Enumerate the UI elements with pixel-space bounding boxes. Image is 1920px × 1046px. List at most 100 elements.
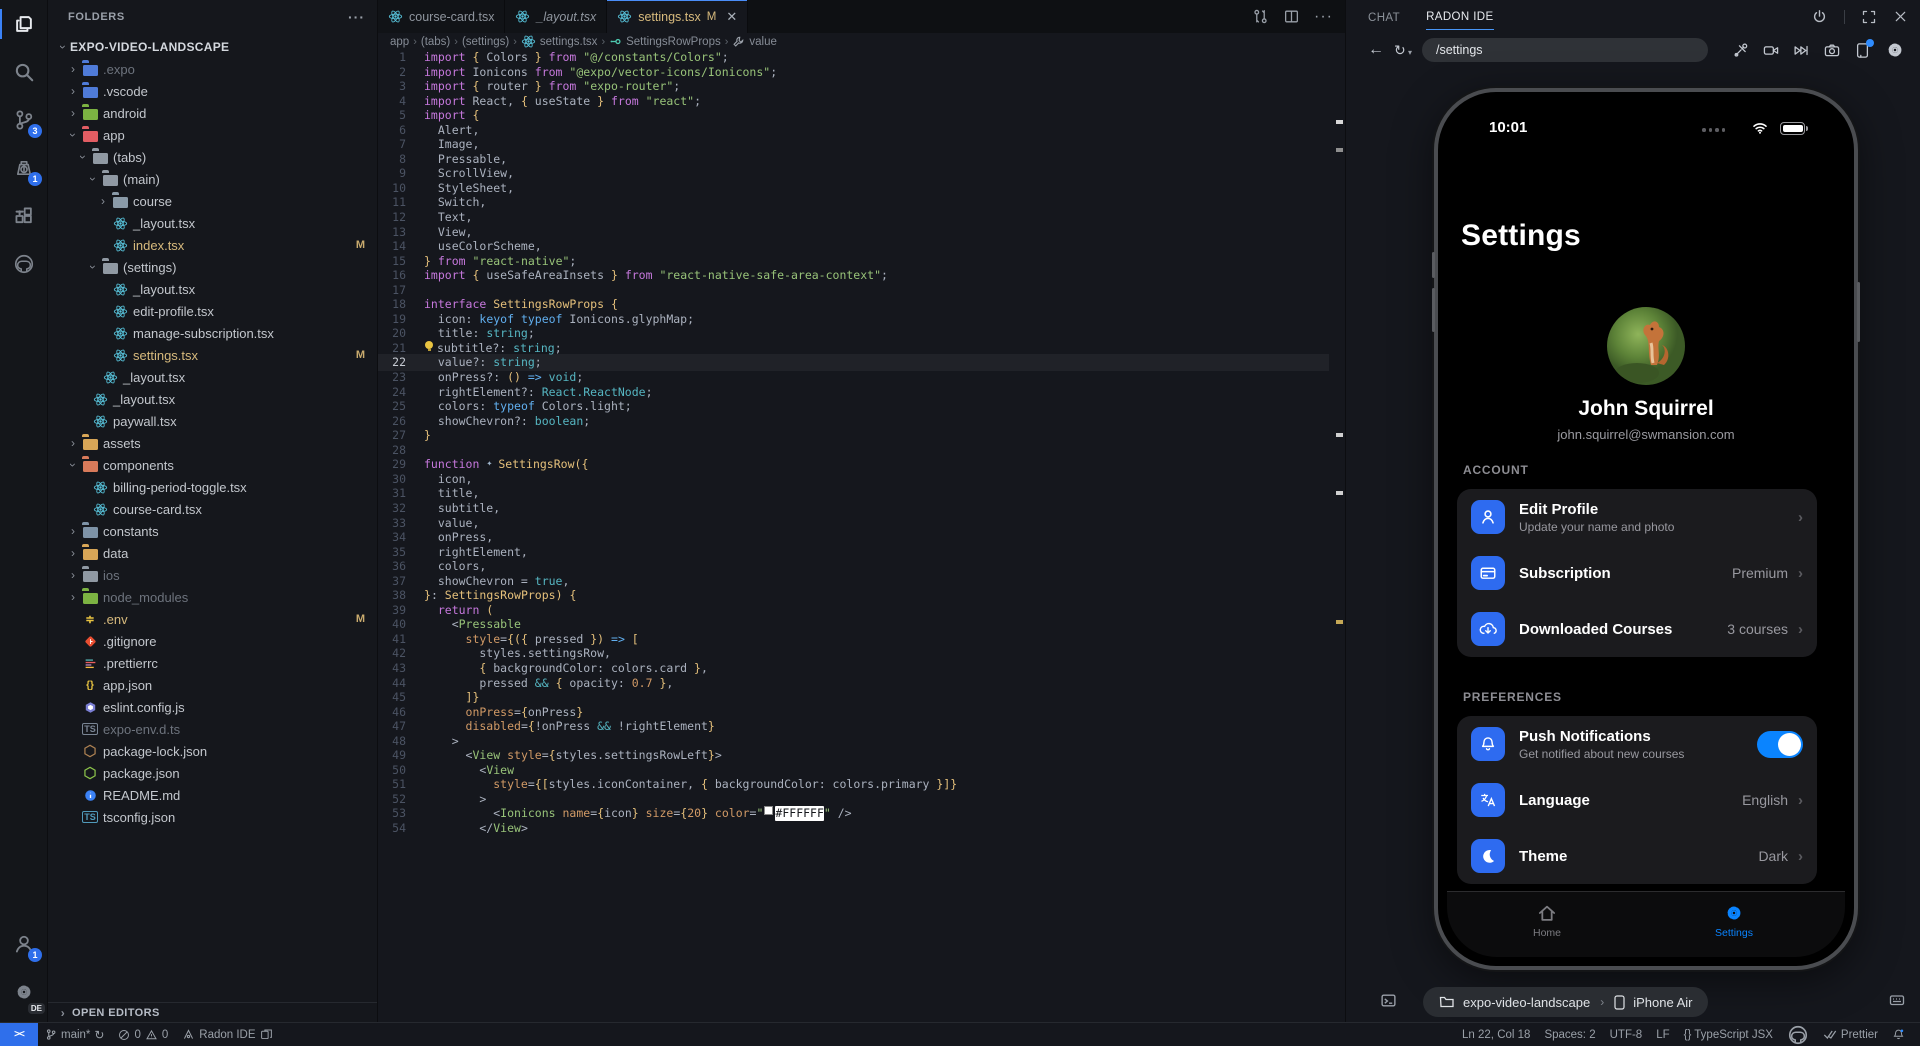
close-panel-icon[interactable] — [1893, 9, 1908, 24]
gear-icon[interactable] — [1884, 39, 1906, 61]
code-line-30[interactable]: 30 icon, — [378, 472, 1329, 487]
code-line-34[interactable]: 34 onPress, — [378, 530, 1329, 545]
tree-item-billing-period-toggle-tsx[interactable]: billing-period-toggle.tsx — [48, 476, 377, 498]
settings-row-edit-profile[interactable]: Edit ProfileUpdate your name and photo› — [1457, 489, 1817, 545]
reload-icon[interactable]: ↻ ▾ — [1394, 42, 1412, 59]
code-line-39[interactable]: 39 return ( — [378, 603, 1329, 618]
settings-row-subscription[interactable]: SubscriptionPremium› — [1457, 545, 1817, 601]
editor-tab-settings-tsx[interactable]: settings.tsxM✕ — [607, 0, 748, 33]
tree-item-android[interactable]: ›android — [48, 102, 377, 124]
inspect-icon[interactable] — [1854, 42, 1871, 59]
status-github-icon[interactable] — [1780, 1023, 1816, 1046]
activitybar-account[interactable]: 1 — [0, 920, 48, 968]
code-line-33[interactable]: 33 value, — [378, 516, 1329, 531]
code-line-16[interactable]: 16import { useSafeAreaInsets } from "rea… — [378, 268, 1329, 283]
settings-row-push-notifications[interactable]: Push NotificationsGet notified about new… — [1457, 716, 1817, 772]
tab-radon-ide[interactable]: RADON IDE — [1426, 3, 1494, 30]
tree-item--expo[interactable]: ›.expo — [48, 58, 377, 80]
code-line-21[interactable]: 21subtitle?: string; — [378, 341, 1329, 356]
code-line-1[interactable]: 1import { Colors } from "@/constants/Col… — [378, 50, 1329, 65]
avatar[interactable] — [1607, 307, 1685, 385]
code-line-46[interactable]: 46 onPress={onPress} — [378, 705, 1329, 720]
breadcrumb-settings-tsx[interactable]: settings.tsx — [521, 34, 598, 49]
code-line-25[interactable]: 25 colors: typeof Colors.light; — [378, 399, 1329, 414]
code-line-2[interactable]: 2import Ionicons from "@expo/vector-icon… — [378, 65, 1329, 80]
tree-item-course[interactable]: ›course — [48, 190, 377, 212]
code-line-10[interactable]: 10 StyleSheet, — [378, 181, 1329, 196]
tree-item-package-lock-json[interactable]: package-lock.json — [48, 740, 377, 762]
tree-item--layout-tsx[interactable]: _layout.tsx — [48, 366, 377, 388]
code-line-17[interactable]: 17 — [378, 283, 1329, 298]
tree-item-edit-profile-tsx[interactable]: edit-profile.tsx — [48, 300, 377, 322]
code-line-5[interactable]: 5import { — [378, 108, 1329, 123]
tree-item--gitignore[interactable]: .gitignore — [48, 630, 377, 652]
status-indentation[interactable]: Spaces: 2 — [1537, 1023, 1602, 1046]
tree-item-expo-video-landscape[interactable]: ›EXPO-VIDEO-LANDSCAPE — [48, 36, 377, 58]
code-line-6[interactable]: 6 Alert, — [378, 123, 1329, 138]
code-line-32[interactable]: 32 subtitle, — [378, 501, 1329, 516]
video-icon[interactable] — [1762, 42, 1780, 59]
status-formatter[interactable]: Prettier — [1816, 1023, 1885, 1046]
tree-item-course-card-tsx[interactable]: course-card.tsx — [48, 498, 377, 520]
code-line-51[interactable]: 51 style={[styles.iconContainer, { backg… — [378, 777, 1329, 792]
route-url-bar[interactable]: /settings — [1422, 38, 1708, 62]
code-line-52[interactable]: 52 > — [378, 792, 1329, 807]
tree-item-manage-subscription-tsx[interactable]: manage-subscription.tsx — [48, 322, 377, 344]
fullscreen-icon[interactable] — [1861, 9, 1877, 25]
code-line-14[interactable]: 14 useColorScheme, — [378, 239, 1329, 254]
open-changes-icon[interactable] — [1252, 8, 1269, 25]
notifications-bell-icon[interactable] — [1885, 1023, 1912, 1046]
code-line-50[interactable]: 50 <View — [378, 763, 1329, 778]
code-line-45[interactable]: 45 ]} — [378, 690, 1329, 705]
code-line-49[interactable]: 49 <View style={styles.settingsRowLeft}> — [378, 748, 1329, 763]
power-icon[interactable] — [1811, 8, 1828, 25]
status-cursor-position[interactable]: Ln 22, Col 18 — [1455, 1023, 1537, 1046]
tree-item-components[interactable]: ›components — [48, 454, 377, 476]
more-actions-icon[interactable]: ··· — [1314, 8, 1333, 26]
remote-indicator[interactable]: >< — [0, 1023, 38, 1046]
tree-item-app[interactable]: ›app — [48, 124, 377, 146]
code-line-13[interactable]: 13 View, — [378, 225, 1329, 240]
activitybar-search-icon[interactable] — [0, 48, 48, 96]
code-line-41[interactable]: 41 style={({ pressed }) => [ — [378, 632, 1329, 647]
breadcrumb-SettingsRowProps[interactable]: SettingsRowProps — [609, 35, 721, 48]
code-line-9[interactable]: 9 ScrollView, — [378, 166, 1329, 181]
code-line-15[interactable]: 15} from "react-native"; — [378, 254, 1329, 269]
open-editors-section[interactable]: › OPEN EDITORS — [48, 1002, 377, 1022]
status-encoding[interactable]: UTF-8 — [1603, 1023, 1650, 1046]
tree-item-expo-env-d-ts[interactable]: TSexpo-env.d.ts — [48, 718, 377, 740]
console-icon[interactable] — [1380, 992, 1397, 1009]
tree-item-data[interactable]: ›data — [48, 542, 377, 564]
code-line-8[interactable]: 8 Pressable, — [378, 152, 1329, 167]
code-line-18[interactable]: 18interface SettingsRowProps { — [378, 297, 1329, 312]
status-language-mode[interactable]: {} TypeScript JSX — [1677, 1023, 1780, 1046]
breadcrumb--settings-[interactable]: (settings) — [462, 36, 509, 48]
phone-tab-home[interactable]: Home — [1507, 902, 1587, 939]
code-editor[interactable]: 1import { Colors } from "@/constants/Col… — [378, 50, 1329, 836]
tree-item-paywall-tsx[interactable]: paywall.tsx — [48, 410, 377, 432]
tree-item-index-tsx[interactable]: index.tsxM — [48, 234, 377, 256]
code-line-22[interactable]: 22 value?: string; — [378, 355, 1329, 370]
settings-row-language[interactable]: LanguageEnglish› — [1457, 772, 1817, 828]
git-branch[interactable]: main* ↻ — [38, 1023, 111, 1046]
code-line-43[interactable]: 43 { backgroundColor: colors.card }, — [378, 661, 1329, 676]
tree-item--env[interactable]: ≑.envM — [48, 608, 377, 630]
activitybar-explorer-icon[interactable] — [0, 0, 48, 48]
code-line-3[interactable]: 3import { router } from "expo-router"; — [378, 79, 1329, 94]
code-line-28[interactable]: 28 — [378, 443, 1329, 458]
code-line-31[interactable]: 31 title, — [378, 486, 1329, 501]
breadcrumb-value[interactable]: value — [732, 35, 777, 48]
code-line-29[interactable]: 29function ✦SettingsRow({ — [378, 457, 1329, 472]
status-eol[interactable]: LF — [1649, 1023, 1676, 1046]
code-line-24[interactable]: 24 rightElement?: React.ReactNode; — [378, 385, 1329, 400]
editor-tab--layout-tsx[interactable]: _layout.tsx — [505, 0, 607, 33]
ai-sparkle-icon[interactable]: ✦ — [486, 457, 498, 472]
tree-item--settings-[interactable]: ›(settings) — [48, 256, 377, 278]
phone-tab-settings[interactable]: Settings — [1694, 902, 1774, 939]
code-line-35[interactable]: 35 rightElement, — [378, 545, 1329, 560]
rewind-icon[interactable] — [1793, 42, 1810, 59]
code-line-26[interactable]: 26 showChevron?: boolean; — [378, 414, 1329, 429]
tree-item-constants[interactable]: ›constants — [48, 520, 377, 542]
code-line-44[interactable]: 44 pressed && { opacity: 0.7 }, — [378, 676, 1329, 691]
breadcrumb--tabs-[interactable]: (tabs) — [421, 36, 450, 48]
